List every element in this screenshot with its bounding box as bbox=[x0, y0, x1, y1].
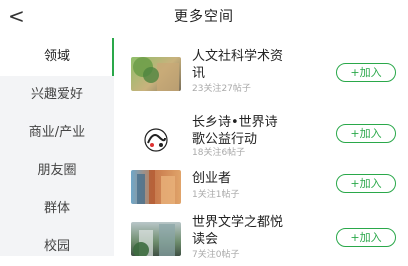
sidebar-item-groups[interactable]: 群体 bbox=[0, 190, 114, 228]
sidebar-item-field[interactable]: 领域 bbox=[0, 38, 114, 76]
space-thumbnail-image bbox=[131, 222, 181, 256]
space-stats: 1关注1帖子 bbox=[192, 190, 240, 200]
space-stats: 18关注6帖子 bbox=[192, 148, 246, 158]
space-title: 人文社科学术资 讯 bbox=[192, 49, 284, 81]
list-item[interactable]: 人文社科学术资 讯 23关注27帖子 +加入 bbox=[114, 42, 408, 98]
sidebar-item-hobbies[interactable]: 兴趣爱好 bbox=[0, 76, 114, 114]
space-thumbnail-image bbox=[131, 57, 181, 91]
list-item[interactable]: 长乡诗•世界诗 歌公益行动 18关注6帖子 +加入 bbox=[114, 108, 408, 164]
join-button[interactable]: +加入 bbox=[336, 174, 396, 193]
sidebar-item-campus[interactable]: 校园 bbox=[0, 228, 114, 266]
space-title: 世界文学之都悦 读会 bbox=[192, 215, 284, 247]
category-sidebar: 领域 兴趣爱好 商业/产业 朋友圈 群体 校园 bbox=[0, 38, 114, 256]
space-list: 人文社科学术资 讯 23关注27帖子 +加入 长乡诗•世界诗 歌公益行动 18关… bbox=[114, 38, 408, 260]
space-thumbnail-image bbox=[131, 170, 181, 204]
space-logo-image bbox=[131, 123, 181, 157]
space-title: 创业者 bbox=[192, 171, 232, 186]
sidebar-item-business[interactable]: 商业/产业 bbox=[0, 114, 114, 152]
join-button[interactable]: +加入 bbox=[336, 228, 396, 247]
space-title: 长乡诗•世界诗 歌公益行动 bbox=[192, 115, 278, 147]
list-item[interactable]: 世界文学之都悦 读会 7关注0帖子 +加入 bbox=[114, 210, 408, 266]
sidebar-item-friends[interactable]: 朋友圈 bbox=[0, 152, 114, 190]
top-bar: < 更多空间 bbox=[0, 0, 408, 36]
page-title: 更多空间 bbox=[174, 9, 234, 25]
space-stats: 23关注27帖子 bbox=[192, 84, 251, 94]
join-button[interactable]: +加入 bbox=[336, 124, 396, 143]
join-button[interactable]: +加入 bbox=[336, 63, 396, 82]
